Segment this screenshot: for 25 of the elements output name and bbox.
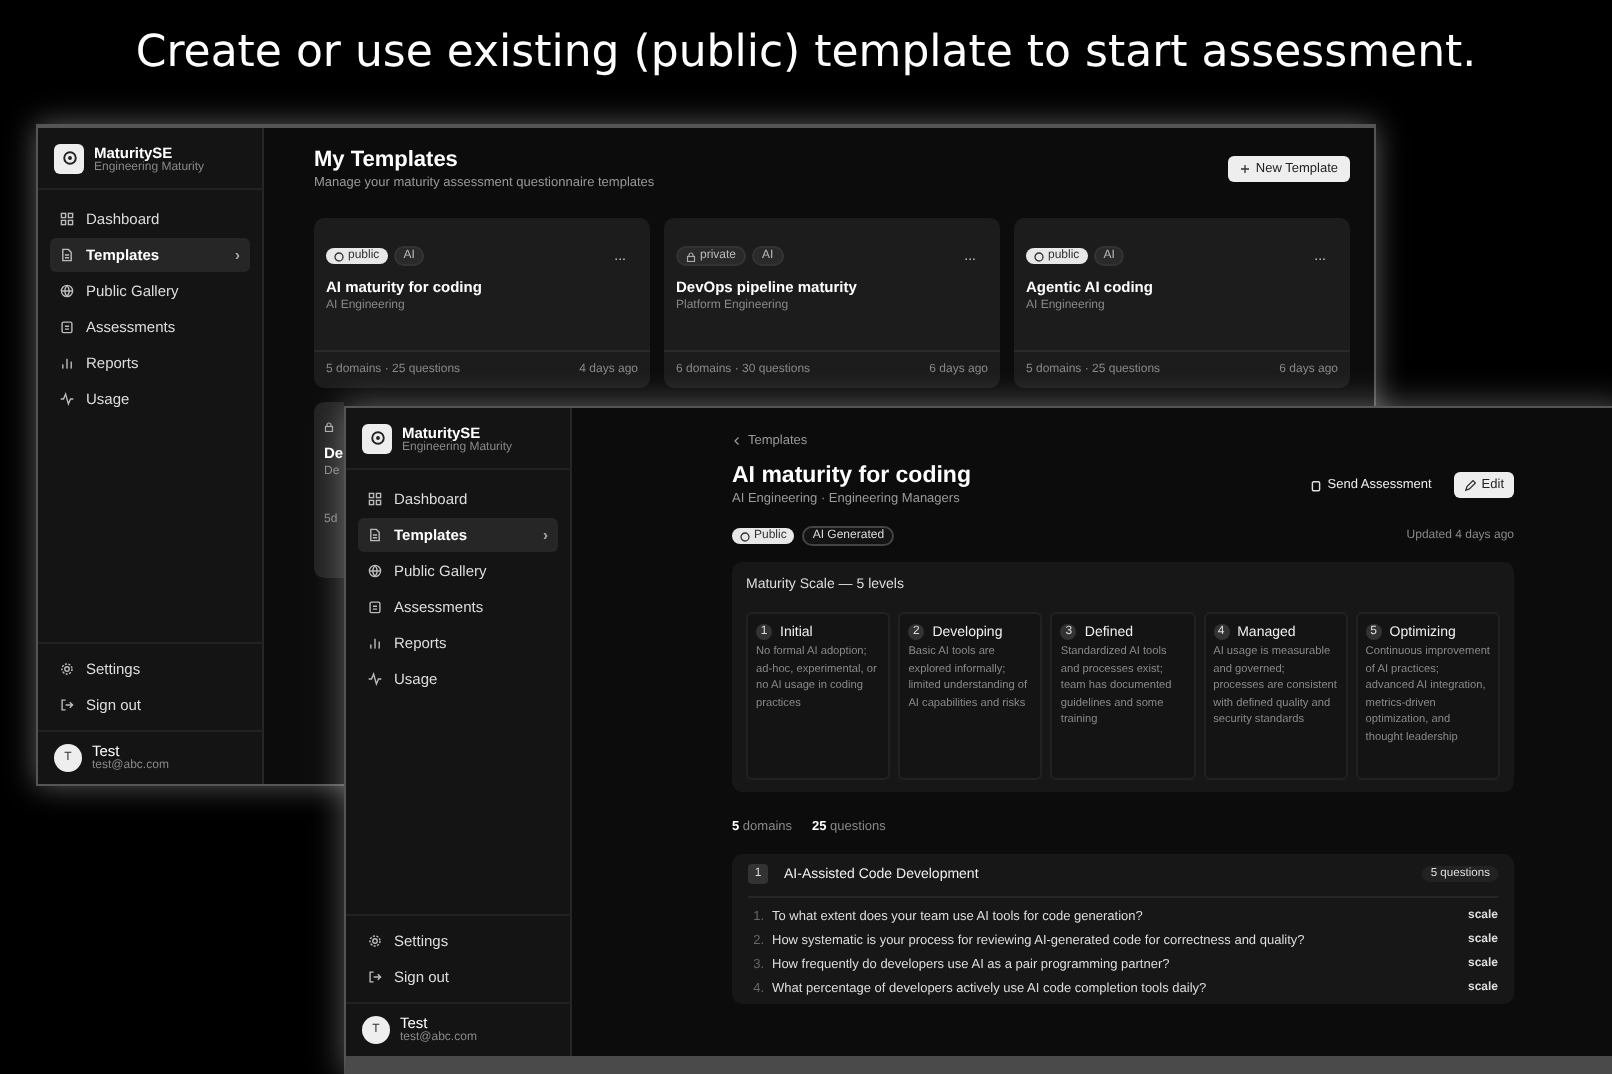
chevron-left-icon [732, 436, 742, 446]
lock-icon [324, 422, 334, 432]
document-icon [368, 528, 382, 542]
pulse-icon [60, 392, 74, 406]
pencil-icon [1463, 479, 1476, 491]
plus-icon [1239, 164, 1250, 174]
headline: Create or use existing (public) template to start assessment. [133, 28, 1479, 78]
template-title: AI maturity for coding [732, 464, 971, 488]
logo-icon [54, 143, 84, 173]
grid-icon [60, 212, 74, 226]
clipboard-icon [1309, 479, 1322, 491]
exit-icon [368, 970, 382, 984]
settings-icon [60, 662, 74, 676]
page-title: My Templates [314, 148, 460, 172]
clipboard-icon [368, 600, 382, 614]
bar-chart-icon [60, 356, 74, 370]
exit-icon [60, 698, 74, 712]
logo-icon [362, 423, 392, 453]
bar-chart-icon [368, 636, 382, 650]
settings-icon [368, 934, 382, 948]
pulse-icon [368, 672, 382, 686]
clipboard-icon [60, 320, 74, 334]
lock-icon [686, 251, 696, 261]
document-icon [60, 248, 74, 262]
grid-icon [368, 492, 382, 506]
